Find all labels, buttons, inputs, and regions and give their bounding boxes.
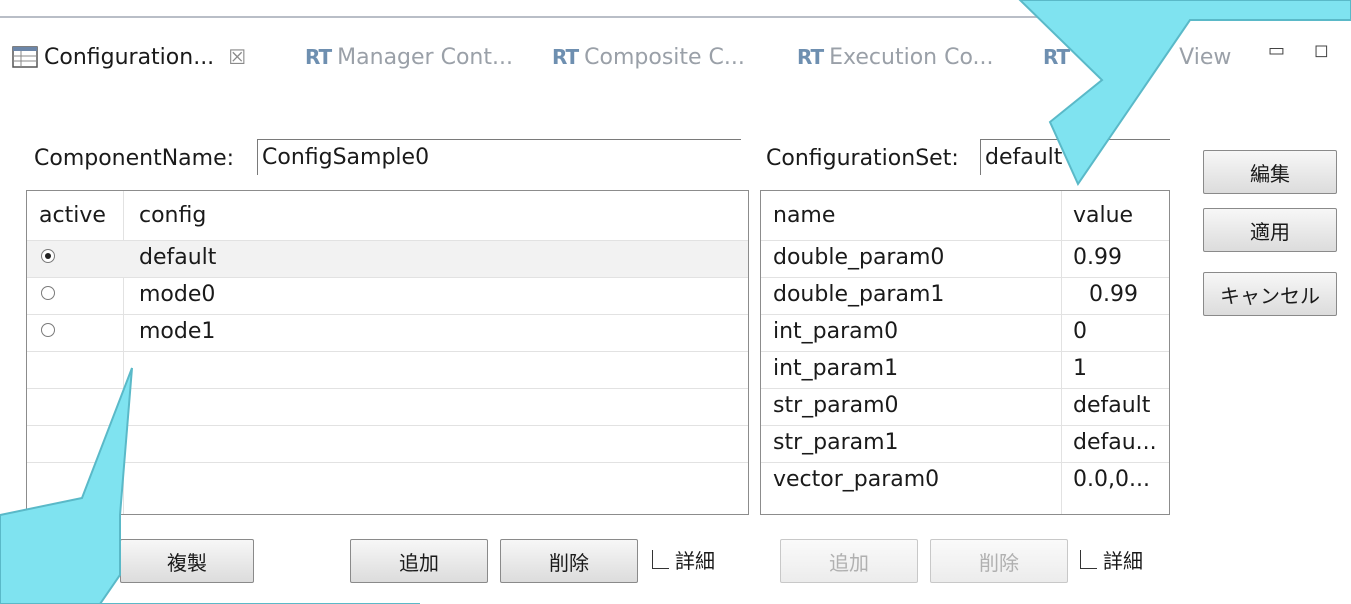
- param-value[interactable]: 0.0,0...: [1073, 467, 1150, 492]
- param-name: double_param0: [773, 245, 945, 270]
- active-radio[interactable]: [41, 323, 55, 337]
- tab-view[interactable]: RT View: [1043, 42, 1231, 72]
- table-row-empty: [27, 388, 748, 425]
- param-value[interactable]: default: [1073, 393, 1150, 418]
- add-param-button[interactable]: 追加: [780, 539, 918, 583]
- table-icon: [12, 46, 38, 68]
- table-row[interactable]: str_param0 default: [761, 388, 1169, 425]
- column-header-active[interactable]: active: [39, 203, 106, 228]
- checkbox-box[interactable]: [1080, 550, 1097, 569]
- parameter-table: name value double_param0 0.99 double_par…: [760, 190, 1170, 515]
- active-radio[interactable]: [41, 286, 55, 300]
- table-row-empty: [27, 425, 748, 462]
- table-row[interactable]: double_param0 0.99: [761, 240, 1169, 277]
- checkbox-label: 詳細: [1103, 549, 1143, 573]
- tab-configuration[interactable]: Configuration... ☒: [12, 42, 246, 72]
- table-row-empty: [27, 462, 748, 499]
- rt-icon: RT: [797, 45, 824, 69]
- rt-icon: RT: [305, 45, 332, 69]
- config-detail-checkbox[interactable]: 詳細: [652, 545, 715, 574]
- config-name: mode1: [139, 319, 216, 344]
- tab-label: Configuration...: [44, 44, 215, 70]
- table-row[interactable]: mode0: [27, 277, 748, 314]
- table-row[interactable]: str_param1 defau...: [761, 425, 1169, 462]
- maximize-icon[interactable]: ◻: [1314, 40, 1329, 61]
- tab-label: View: [1179, 44, 1232, 70]
- param-value[interactable]: 0.99: [1089, 282, 1138, 307]
- table-row[interactable]: mode1: [27, 314, 748, 351]
- cancel-button[interactable]: キャンセル: [1203, 272, 1337, 316]
- table-row-empty: [27, 351, 748, 388]
- delete-config-button[interactable]: 削除: [500, 539, 638, 583]
- param-value[interactable]: defau...: [1073, 430, 1157, 455]
- component-name-label: ComponentName:: [34, 146, 235, 171]
- config-table: active config default mode0 mode1: [26, 190, 749, 515]
- param-name: int_param1: [773, 356, 899, 381]
- tab-execution-context[interactable]: RT Execution Co...: [797, 42, 994, 72]
- tab-composite-component[interactable]: RT Composite C...: [552, 42, 745, 72]
- tab-label: Manager Cont...: [337, 44, 513, 70]
- param-name: vector_param0: [773, 467, 940, 492]
- column-header-value[interactable]: value: [1073, 203, 1133, 228]
- tab-label: Composite C...: [584, 44, 745, 70]
- copy-button[interactable]: 複製: [120, 539, 254, 583]
- close-icon[interactable]: ☒: [228, 45, 246, 69]
- minimize-icon[interactable]: ▭: [1268, 40, 1285, 61]
- checkbox-label: 詳細: [675, 549, 715, 573]
- column-header-name[interactable]: name: [773, 203, 835, 228]
- component-name-field[interactable]: ConfigSample0: [257, 139, 741, 175]
- param-value[interactable]: 1: [1073, 356, 1087, 381]
- tab-manager-control[interactable]: RT Manager Cont...: [305, 42, 513, 72]
- configuration-set-label: ConfigurationSet:: [766, 146, 959, 171]
- table-row[interactable]: vector_param0 0.0,0...: [761, 462, 1169, 499]
- delete-param-button[interactable]: 削除: [930, 539, 1068, 583]
- param-name: double_param1: [773, 282, 945, 307]
- edit-button[interactable]: 編集: [1203, 150, 1337, 194]
- param-detail-checkbox[interactable]: 詳細: [1080, 545, 1143, 574]
- config-name: default: [139, 245, 217, 270]
- add-config-button[interactable]: 追加: [350, 539, 488, 583]
- param-value[interactable]: 0.99: [1073, 245, 1122, 270]
- table-row[interactable]: double_param1 0.99: [761, 277, 1169, 314]
- table-row[interactable]: default: [27, 240, 748, 277]
- active-radio[interactable]: [41, 249, 55, 263]
- table-row[interactable]: int_param1 1: [761, 351, 1169, 388]
- rt-icon: RT: [552, 45, 579, 69]
- param-name: str_param1: [773, 430, 899, 455]
- config-name: mode0: [139, 282, 216, 307]
- table-row[interactable]: int_param0 0: [761, 314, 1169, 351]
- column-header-config[interactable]: config: [139, 203, 206, 228]
- checkbox-box[interactable]: [652, 550, 669, 569]
- rt-icon: RT: [1043, 45, 1070, 69]
- configuration-set-field[interactable]: default: [980, 139, 1170, 175]
- param-value[interactable]: 0: [1073, 319, 1087, 344]
- apply-button[interactable]: 適用: [1203, 208, 1337, 252]
- window-top-frame: [0, 0, 1351, 18]
- param-name: int_param0: [773, 319, 899, 344]
- tab-label: Execution Co...: [829, 44, 994, 70]
- param-name: str_param0: [773, 393, 899, 418]
